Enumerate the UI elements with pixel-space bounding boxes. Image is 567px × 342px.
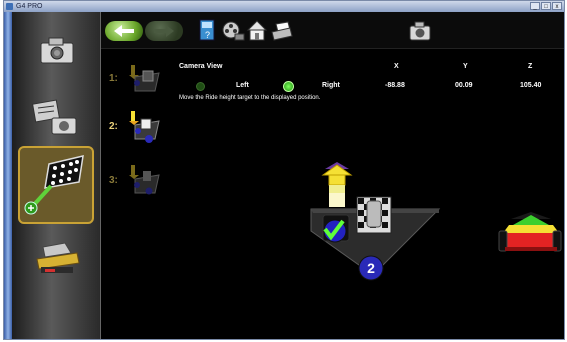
help-button[interactable]: ? — [197, 18, 219, 44]
up-arrow-indicator — [321, 162, 353, 207]
back-arrow-icon — [114, 25, 134, 37]
app-icon — [6, 3, 13, 10]
step-badge-number: 2 — [367, 260, 375, 276]
camera-calibration-icon — [32, 99, 77, 135]
vehicle-wheel-indicator — [498, 212, 562, 252]
sidebar-item-calibration[interactable] — [22, 88, 92, 150]
forward-button[interactable] — [145, 21, 183, 41]
forward-arrow-icon — [154, 25, 174, 37]
ride-height-target-icon — [24, 155, 84, 215]
title-bar: G4 PRO _ □ x — [4, 1, 564, 12]
camera-view-button[interactable] — [407, 18, 433, 44]
camera-target-block — [356, 196, 392, 234]
step-badge: 2 — [358, 255, 384, 281]
minimize-button[interactable]: _ — [530, 2, 540, 10]
camera-icon — [40, 37, 74, 64]
back-button[interactable] — [105, 21, 143, 41]
sidebar-item-ride-height-target[interactable] — [18, 146, 94, 224]
window-controls: _ □ x — [530, 2, 562, 10]
video-reel-icon — [222, 21, 245, 41]
sidebar-item-vehicle-alignment[interactable] — [22, 226, 92, 288]
svg-text:?: ? — [205, 30, 210, 40]
target-mount — [322, 214, 350, 243]
left-edge-strip — [4, 12, 12, 339]
main-panel: ? 1: 2: 3: Camera View Left Right X Y Z … — [101, 12, 564, 339]
print-button[interactable] — [270, 18, 293, 44]
application-window: G4 PRO _ □ x ? 1: 2: 3: Camera View Left… — [3, 0, 565, 340]
target-position-scene: 2 — [310, 162, 562, 281]
sidebar — [12, 12, 101, 339]
sidebar-item-camera-setup[interactable] — [22, 20, 92, 82]
print-icon — [271, 21, 293, 41]
vehicle-lift-icon — [36, 242, 80, 273]
maximize-button[interactable]: □ — [541, 2, 551, 10]
help-book-icon: ? — [199, 19, 215, 41]
camera-view-icon — [409, 21, 431, 41]
toolbar: ? — [101, 12, 564, 49]
home-icon — [246, 20, 268, 41]
close-button[interactable]: x — [552, 2, 562, 10]
home-button[interactable] — [246, 18, 268, 44]
window-title: G4 PRO — [16, 3, 43, 10]
video-button[interactable] — [221, 18, 245, 44]
page-area: 1: 2: 3: Camera View Left Right X Y Z -8… — [101, 49, 564, 339]
